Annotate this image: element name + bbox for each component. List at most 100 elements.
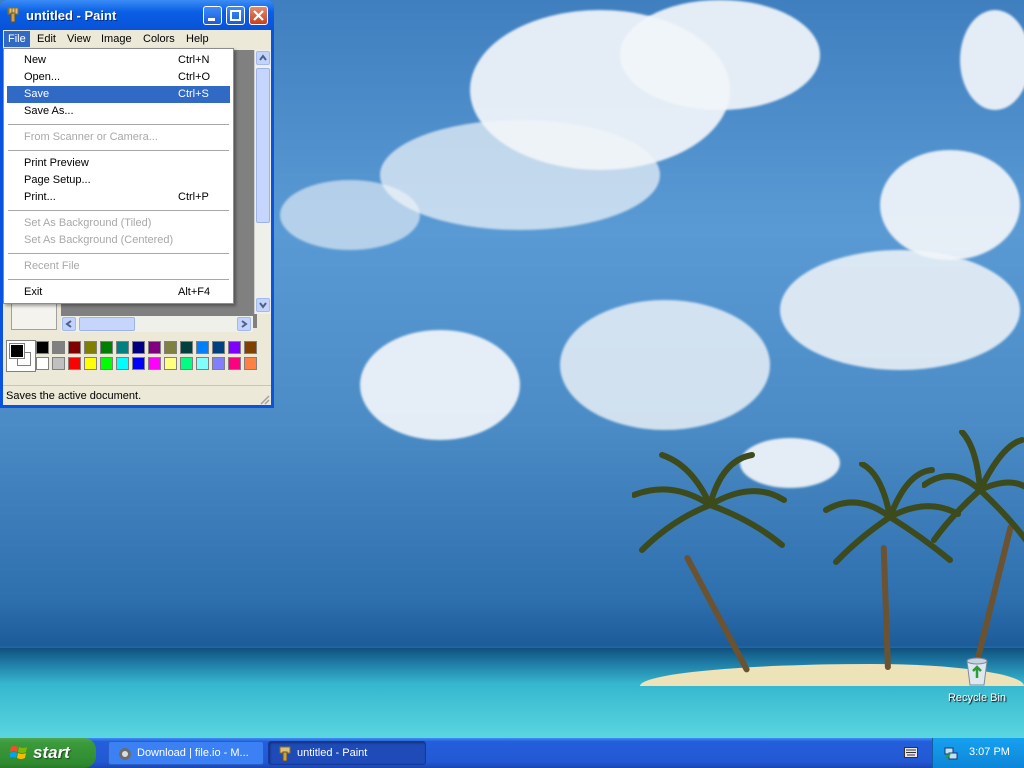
clock[interactable]: 3:07 PM <box>969 746 1010 758</box>
menu-item-shortcut: Ctrl+S <box>178 88 209 100</box>
color-swatch[interactable] <box>52 341 65 354</box>
scroll-left-button[interactable] <box>62 317 76 331</box>
menu-item-shortcut: Ctrl+N <box>178 54 210 66</box>
horizontal-scrollbar[interactable] <box>61 316 253 332</box>
resize-grip-icon[interactable] <box>258 393 270 405</box>
system-tray: 3:07 PM <box>932 738 1024 768</box>
wallpaper-cloud <box>780 250 1020 370</box>
keyboard-icon[interactable] <box>904 747 918 758</box>
scroll-down-button[interactable] <box>256 298 270 312</box>
menu-help[interactable]: Help <box>182 31 213 47</box>
menu-item-shortcut: Ctrl+P <box>178 191 209 203</box>
menu-edit[interactable]: Edit <box>33 31 60 47</box>
color-swatch[interactable] <box>180 341 193 354</box>
menu-separator <box>8 124 229 125</box>
horizontal-scroll-thumb[interactable] <box>79 317 135 331</box>
color-swatch[interactable] <box>164 357 177 370</box>
window-title: untitled - Paint <box>26 8 117 23</box>
menu-separator <box>8 150 229 151</box>
color-swatch[interactable] <box>244 341 257 354</box>
menu-item-save[interactable]: Save Ctrl+S <box>7 86 230 103</box>
palm-leaves <box>922 430 1024 543</box>
desktop-icon-label: Recycle Bin <box>947 692 1007 704</box>
color-swatch[interactable] <box>84 357 97 370</box>
close-button[interactable] <box>249 6 268 25</box>
color-swatch[interactable] <box>212 341 225 354</box>
desktop-icon-recycle-bin[interactable]: Recycle Bin <box>942 656 1012 704</box>
menu-item-label: Print... <box>24 191 56 203</box>
color-swatch[interactable] <box>116 357 129 370</box>
menu-item-page-setup[interactable]: Page Setup... <box>7 172 230 189</box>
menu-item-label: Page Setup... <box>24 174 91 186</box>
color-swatch[interactable] <box>68 357 81 370</box>
color-swatch[interactable] <box>228 341 241 354</box>
color-swatch[interactable] <box>148 357 161 370</box>
menu-file[interactable]: File <box>4 31 30 47</box>
taskbar-button-browser[interactable]: Download | file.io - M... <box>108 741 264 765</box>
color-swatch[interactable] <box>132 357 145 370</box>
color-swatch[interactable] <box>212 357 225 370</box>
status-bar: Saves the active document. <box>3 385 271 406</box>
menu-item-from-scanner: From Scanner or Camera... <box>7 129 230 146</box>
color-swatch[interactable] <box>84 341 97 354</box>
color-swatch[interactable] <box>148 341 161 354</box>
menu-item-label: Recent File <box>24 260 80 272</box>
windows-logo-icon <box>10 746 27 759</box>
wallpaper-cloud <box>560 300 770 430</box>
maximize-button[interactable] <box>226 6 245 25</box>
color-swatch[interactable] <box>132 341 145 354</box>
scroll-right-button[interactable] <box>237 317 251 331</box>
color-swatch[interactable] <box>68 341 81 354</box>
minimize-button[interactable] <box>203 6 222 25</box>
network-icon[interactable] <box>943 745 959 761</box>
wallpaper-cloud <box>380 120 660 230</box>
menu-item-background-centered: Set As Background (Centered) <box>7 232 230 249</box>
menu-item-print-preview[interactable]: Print Preview <box>7 155 230 172</box>
menu-item-open[interactable]: Open... Ctrl+O <box>7 69 230 86</box>
color-swatch[interactable] <box>196 341 209 354</box>
menu-image[interactable]: Image <box>97 31 136 47</box>
title-bar[interactable]: untitled - Paint <box>0 0 274 30</box>
maximize-icon <box>230 10 241 21</box>
taskbar-button-paint[interactable]: untitled - Paint <box>268 741 426 765</box>
wallpaper-cloud <box>960 10 1024 110</box>
color-swatch[interactable] <box>100 357 113 370</box>
color-swatch[interactable] <box>100 341 113 354</box>
menu-item-label: Print Preview <box>24 157 89 169</box>
color-swatch[interactable] <box>244 357 257 370</box>
start-label: start <box>33 743 70 762</box>
color-swatch[interactable] <box>180 357 193 370</box>
menu-separator <box>8 210 229 211</box>
menu-colors[interactable]: Colors <box>139 31 179 47</box>
wallpaper-sea <box>0 648 1024 738</box>
scroll-up-button[interactable] <box>256 51 270 65</box>
menu-item-label: From Scanner or Camera... <box>24 131 158 143</box>
menu-item-label: Set As Background (Tiled) <box>24 217 152 229</box>
color-swatch[interactable] <box>228 357 241 370</box>
menu-item-label: Save As... <box>24 105 74 117</box>
menu-view[interactable]: View <box>63 31 95 47</box>
file-menu-dropdown: New Ctrl+N Open... Ctrl+O Save Ctrl+S Sa… <box>3 48 234 304</box>
menu-item-exit[interactable]: Exit Alt+F4 <box>7 284 230 301</box>
color-swatch[interactable] <box>196 357 209 370</box>
menu-item-print[interactable]: Print... Ctrl+P <box>7 189 230 206</box>
browser-icon <box>119 748 131 760</box>
menu-item-new[interactable]: New Ctrl+N <box>7 52 230 69</box>
menu-item-save-as[interactable]: Save As... <box>7 103 230 120</box>
current-colors[interactable] <box>6 340 36 372</box>
minimize-icon <box>208 18 215 21</box>
wallpaper-cloud <box>280 180 420 250</box>
wallpaper-cloud <box>620 0 820 110</box>
color-swatch[interactable] <box>36 357 49 370</box>
vertical-scroll-thumb[interactable] <box>256 68 270 223</box>
taskbar-button-label: untitled - Paint <box>297 747 368 759</box>
color-swatch[interactable] <box>164 341 177 354</box>
menu-item-label: Open... <box>24 71 61 83</box>
color-swatch[interactable] <box>36 341 49 354</box>
vertical-scrollbar[interactable] <box>254 50 271 314</box>
menu-item-background-tiled: Set As Background (Tiled) <box>7 215 230 232</box>
start-button[interactable]: start <box>0 738 96 768</box>
menu-item-shortcut: Alt+F4 <box>178 286 211 298</box>
color-swatch[interactable] <box>52 357 65 370</box>
color-swatch[interactable] <box>116 341 129 354</box>
